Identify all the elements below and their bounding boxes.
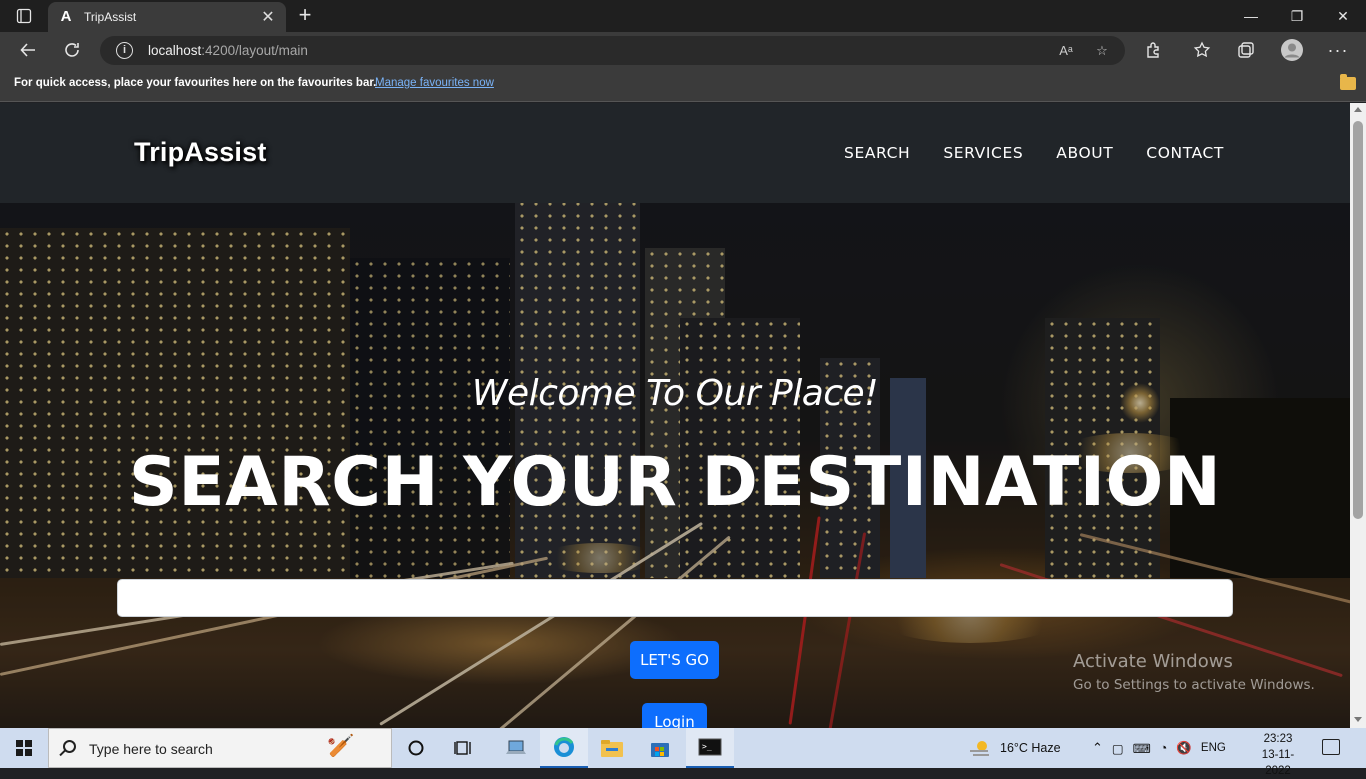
chevron-up-icon[interactable]: ⌃ [1092, 740, 1103, 756]
speaker-muted-icon[interactable]: 🔇 [1176, 741, 1192, 756]
cortana-icon[interactable] [392, 728, 440, 768]
activation-watermark-subtitle: Go to Settings to activate Windows. [1073, 677, 1315, 693]
nav-link-search[interactable]: SEARCH [844, 144, 910, 162]
start-button[interactable] [0, 728, 48, 768]
back-arrow-icon[interactable] [13, 36, 43, 64]
task-view-icon[interactable] [440, 728, 488, 768]
lets-go-button[interactable]: LET'S GO [630, 641, 719, 679]
tab-actions-icon[interactable] [8, 4, 40, 28]
weather-text: 16°C Haze [1000, 741, 1061, 755]
favbar-message: For quick access, place your favourites … [14, 77, 377, 89]
search-icon [63, 740, 76, 753]
hero-section: Welcome To Our Place! SEARCH YOUR DESTIN… [0, 203, 1350, 728]
nav-link-contact[interactable]: CONTACT [1146, 144, 1224, 162]
nav-link-services[interactable]: SERVICES [943, 144, 1023, 162]
weather-haze-icon [970, 741, 989, 756]
clock-date: 13-11-2022 [1261, 749, 1295, 777]
close-icon[interactable]: ✕ [260, 7, 276, 27]
nav-link-about[interactable]: ABOUT [1056, 144, 1113, 162]
login-button[interactable]: Login [642, 703, 707, 728]
edge-browser-icon[interactable] [540, 728, 588, 768]
cricket-doodle-icon: 🏏 [327, 733, 355, 758]
profile-icon[interactable] [1277, 36, 1307, 64]
scroll-down-arrow-icon[interactable] [1354, 717, 1362, 722]
window-close-icon[interactable]: ✕ [1320, 0, 1366, 32]
plus-icon[interactable]: + [292, 4, 318, 28]
terminal-icon[interactable]: >_ [686, 728, 734, 768]
activation-watermark-title: Activate Windows [1073, 651, 1233, 672]
browser-toolbar: i localhost:4200/layout/main Aᵃ ☆ ··· [0, 32, 1366, 68]
laptop-app-icon[interactable] [492, 728, 540, 768]
url-host: localhost [148, 43, 202, 58]
site-navbar: TripAssist SEARCH SERVICES ABOUT CONTACT [0, 103, 1350, 203]
more-icon[interactable]: ··· [1323, 36, 1353, 64]
collections-icon[interactable] [1231, 36, 1261, 64]
taskbar-clock[interactable]: 23:23 13-11-2022 [1250, 731, 1306, 779]
scroll-thumb[interactable] [1353, 121, 1363, 519]
system-tray: ⌃ ▢ ⌨ ◔ 🔇 ENG [1092, 728, 1226, 768]
tab-title: TripAssist [84, 10, 137, 24]
angular-icon: A [60, 8, 72, 25]
meet-now-icon[interactable]: ▢ [1112, 741, 1124, 756]
language-indicator[interactable]: ENG [1201, 742, 1226, 754]
site-brand[interactable]: TripAssist [134, 137, 267, 168]
browser-titlebar: A TripAssist ✕ + — ❐ ✕ [0, 0, 1366, 32]
url-path: :4200/layout/main [201, 43, 308, 58]
taskbar-search-placeholder: Type here to search [89, 741, 213, 757]
scroll-up-arrow-icon[interactable] [1354, 107, 1362, 112]
read-aloud-icon[interactable]: Aᵃ [1056, 41, 1076, 61]
favourites-bar: For quick access, place your favourites … [0, 68, 1366, 102]
destination-search-input[interactable] [117, 579, 1233, 617]
hero-headline: SEARCH YOUR DESTINATION [128, 443, 1222, 522]
manage-favourites-link[interactable]: Manage favourites now [375, 77, 494, 89]
network-icon[interactable]: ◔ [1160, 741, 1168, 755]
refresh-icon[interactable] [57, 36, 87, 64]
weather-widget[interactable]: 16°C Haze [968, 728, 1061, 768]
address-bar[interactable]: i localhost:4200/layout/main Aᵃ ☆ [100, 36, 1125, 65]
favourites-icon[interactable] [1187, 36, 1217, 64]
puzzle-icon[interactable] [1138, 36, 1168, 64]
browser-tab[interactable]: A TripAssist ✕ [48, 2, 286, 32]
windows-taskbar: Type here to search 🏏 >_ 16°C Haze ⌃ ▢ ⌨… [0, 728, 1366, 777]
svg-text:>_: >_ [702, 742, 712, 751]
page-scrollbar[interactable] [1350, 103, 1366, 728]
minimize-icon[interactable]: — [1228, 0, 1274, 32]
taskbar-search-box[interactable]: Type here to search 🏏 [48, 728, 392, 768]
add-favourite-icon[interactable]: ☆ [1092, 41, 1112, 61]
nav-links: SEARCH SERVICES ABOUT CONTACT [844, 144, 1224, 162]
welcome-text: Welcome To Our Place! [471, 373, 879, 414]
page-viewport: TripAssist SEARCH SERVICES ABOUT CONTACT [0, 103, 1350, 728]
input-method-icon[interactable]: ⌨ [1133, 741, 1151, 756]
notification-icon[interactable] [1322, 739, 1340, 755]
store-icon[interactable] [636, 728, 684, 768]
url-text[interactable]: localhost:4200/layout/main [148, 43, 308, 58]
file-explorer-icon[interactable] [588, 728, 636, 768]
clock-time: 23:23 [1263, 733, 1293, 745]
windows-logo-icon [16, 740, 32, 756]
info-icon[interactable]: i [116, 42, 133, 59]
restore-icon[interactable]: ❐ [1274, 0, 1320, 32]
folder-icon[interactable] [1340, 74, 1356, 90]
